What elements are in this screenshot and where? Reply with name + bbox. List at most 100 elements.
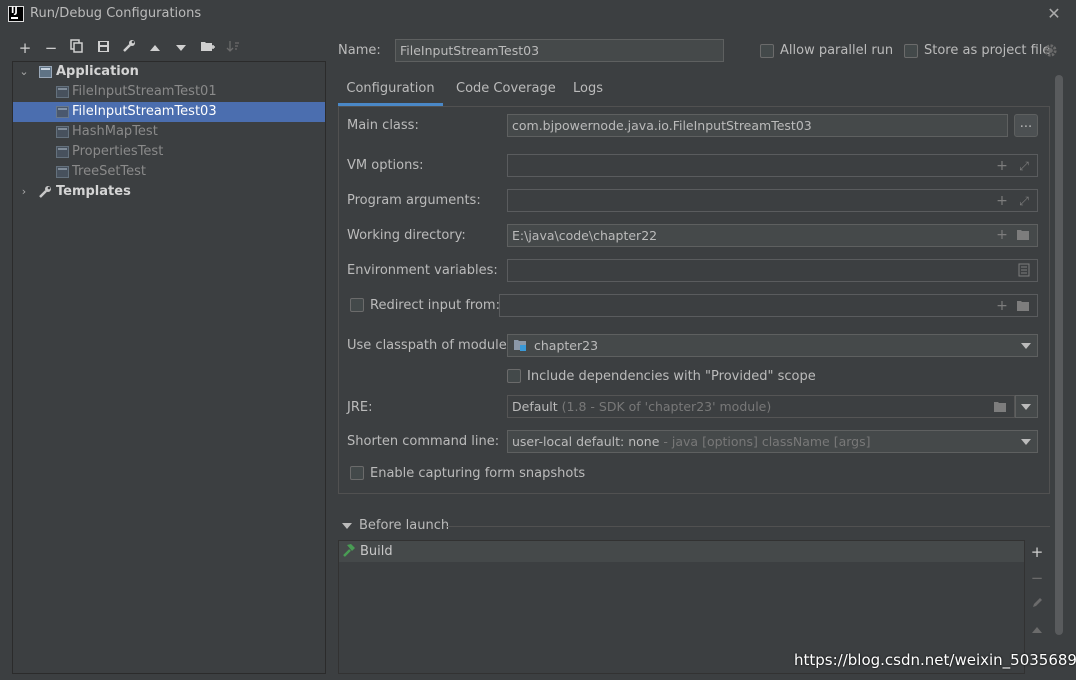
- tree-item-label: Application: [56, 64, 139, 79]
- folder-icon[interactable]: [1016, 229, 1031, 245]
- sort-icon[interactable]: [223, 38, 243, 58]
- window-title: Run/Debug Configurations: [30, 6, 202, 21]
- tree-item-label: PropertiesTest: [72, 144, 164, 159]
- redirect-input-field[interactable]: [499, 294, 1038, 317]
- program-arguments-label: Program arguments:: [347, 193, 481, 208]
- edit-icon[interactable]: [1027, 594, 1047, 614]
- vm-options-input[interactable]: [507, 154, 1038, 177]
- new-folder-icon[interactable]: [197, 38, 217, 58]
- application-config-icon: [56, 126, 69, 138]
- application-config-icon: [56, 166, 69, 178]
- intellij-logo-icon: IJ: [8, 6, 24, 22]
- include-dependencies-checkbox[interactable]: [507, 369, 521, 383]
- working-directory-label: Working directory:: [347, 228, 466, 243]
- tree-item-label: Templates: [56, 184, 131, 199]
- hammer-icon: [341, 543, 356, 562]
- remove-icon[interactable]: −: [1027, 568, 1047, 588]
- tree-item-config[interactable]: FileInputStreamTest01: [13, 82, 325, 102]
- before-launch-title[interactable]: Before launch: [359, 518, 449, 533]
- classpath-module-label: Use classpath of module:: [347, 338, 512, 353]
- build-task-label: Build: [360, 544, 393, 559]
- environment-variables-label: Environment variables:: [347, 263, 498, 278]
- chevron-down-icon[interactable]: ⌄: [19, 62, 29, 82]
- tree-item-label: FileInputStreamTest01: [72, 84, 217, 99]
- move-up-icon[interactable]: [145, 38, 165, 58]
- browse-main-class-button[interactable]: ...: [1014, 114, 1038, 137]
- program-arguments-input[interactable]: [507, 189, 1038, 212]
- watermark: https://blog.csdn.net/weixin_50356899: [794, 651, 1076, 669]
- wrench-icon: [38, 185, 52, 206]
- tree-item-templates[interactable]: › Templates: [13, 182, 325, 202]
- close-icon[interactable]: ✕: [1044, 4, 1064, 24]
- application-config-icon: [56, 146, 69, 158]
- expand-icon[interactable]: ⤢: [1016, 156, 1032, 176]
- chevron-right-icon[interactable]: ›: [19, 182, 29, 202]
- chevron-down-icon[interactable]: [1021, 404, 1031, 410]
- configuration-tree: ⌄ Application FileInputStreamTest01 File…: [12, 61, 326, 674]
- tree-item-label: TreeSetTest: [72, 164, 147, 179]
- move-up-icon[interactable]: [1027, 620, 1047, 640]
- store-project-checkbox[interactable]: [904, 44, 918, 58]
- redirect-input-checkbox[interactable]: [350, 298, 364, 312]
- application-config-icon: [56, 86, 69, 98]
- copy-icon[interactable]: [67, 38, 87, 58]
- working-directory-input[interactable]: E:\java\code\chapter22: [507, 224, 1038, 247]
- jre-hint: (1.8 - SDK of 'chapter23' module): [561, 399, 772, 414]
- tree-item-config[interactable]: PropertiesTest: [13, 142, 325, 162]
- tree-item-config-selected[interactable]: FileInputStreamTest03: [13, 102, 325, 122]
- tree-item-application[interactable]: ⌄ Application: [13, 62, 325, 82]
- tree-item-config[interactable]: TreeSetTest: [13, 162, 325, 182]
- classpath-module-select[interactable]: chapter23: [507, 334, 1038, 357]
- plus-icon[interactable]: +: [994, 191, 1010, 211]
- tab-configuration[interactable]: Configuration: [338, 80, 443, 106]
- tree-item-label: FileInputStreamTest03: [72, 104, 217, 119]
- name-label: Name:: [338, 43, 381, 58]
- chevron-down-icon[interactable]: [1021, 439, 1031, 445]
- tab-code-coverage[interactable]: Code Coverage: [456, 80, 556, 106]
- list-icon[interactable]: [1018, 263, 1030, 281]
- tab-logs[interactable]: Logs: [573, 80, 603, 106]
- wrench-icon[interactable]: [119, 38, 139, 58]
- remove-icon[interactable]: −: [41, 38, 61, 58]
- plus-icon[interactable]: +: [994, 156, 1010, 176]
- scrollbar[interactable]: [1055, 75, 1063, 635]
- shorten-command-label: Shorten command line:: [347, 434, 500, 449]
- main-class-input[interactable]: com.bjpowernode.java.io.FileInputStreamT…: [507, 114, 1008, 137]
- add-icon[interactable]: +: [1027, 542, 1047, 562]
- move-down-icon[interactable]: [171, 38, 191, 58]
- chevron-down-icon[interactable]: [1021, 343, 1031, 349]
- jre-label: JRE:: [347, 400, 373, 415]
- environment-variables-input[interactable]: [507, 259, 1038, 282]
- include-dependencies-label: Include dependencies with "Provided" sco…: [527, 369, 816, 384]
- module-folder-icon: [513, 339, 528, 356]
- jre-select[interactable]: Default (1.8 - SDK of 'chapter23' module…: [507, 395, 1015, 418]
- add-icon[interactable]: +: [15, 38, 35, 58]
- tree-item-label: HashMapTest: [72, 124, 158, 139]
- shorten-value: user-local default: none: [512, 434, 660, 449]
- shorten-hint: - java [options] className [args]: [663, 434, 871, 449]
- capture-snapshots-label: Enable capturing form snapshots: [370, 466, 586, 481]
- allow-parallel-checkbox[interactable]: [760, 44, 774, 58]
- jre-value: Default: [512, 399, 558, 414]
- plus-icon[interactable]: +: [994, 225, 1010, 245]
- list-item[interactable]: [339, 541, 1024, 562]
- shorten-command-select[interactable]: user-local default: none - java [options…: [507, 430, 1038, 453]
- main-class-label: Main class:: [347, 118, 419, 133]
- allow-parallel-label: Allow parallel run: [780, 43, 894, 58]
- tree-item-config[interactable]: HashMapTest: [13, 122, 325, 142]
- divider: [446, 526, 1050, 527]
- folder-icon[interactable]: [993, 401, 1008, 417]
- store-project-label: Store as project file: [924, 43, 1051, 58]
- application-icon: [39, 66, 52, 78]
- collapse-triangle-icon[interactable]: [342, 523, 352, 529]
- redirect-input-label: Redirect input from:: [370, 298, 500, 313]
- plus-icon[interactable]: +: [994, 296, 1010, 316]
- gear-icon[interactable]: [1043, 43, 1059, 59]
- capture-snapshots-checkbox[interactable]: [350, 466, 364, 480]
- folder-icon[interactable]: [1016, 300, 1031, 316]
- expand-icon[interactable]: ⤢: [1016, 191, 1032, 211]
- name-input[interactable]: FileInputStreamTest03: [395, 39, 724, 62]
- save-icon[interactable]: [93, 38, 113, 58]
- vm-options-label: VM options:: [347, 158, 424, 173]
- application-config-icon: [56, 106, 69, 118]
